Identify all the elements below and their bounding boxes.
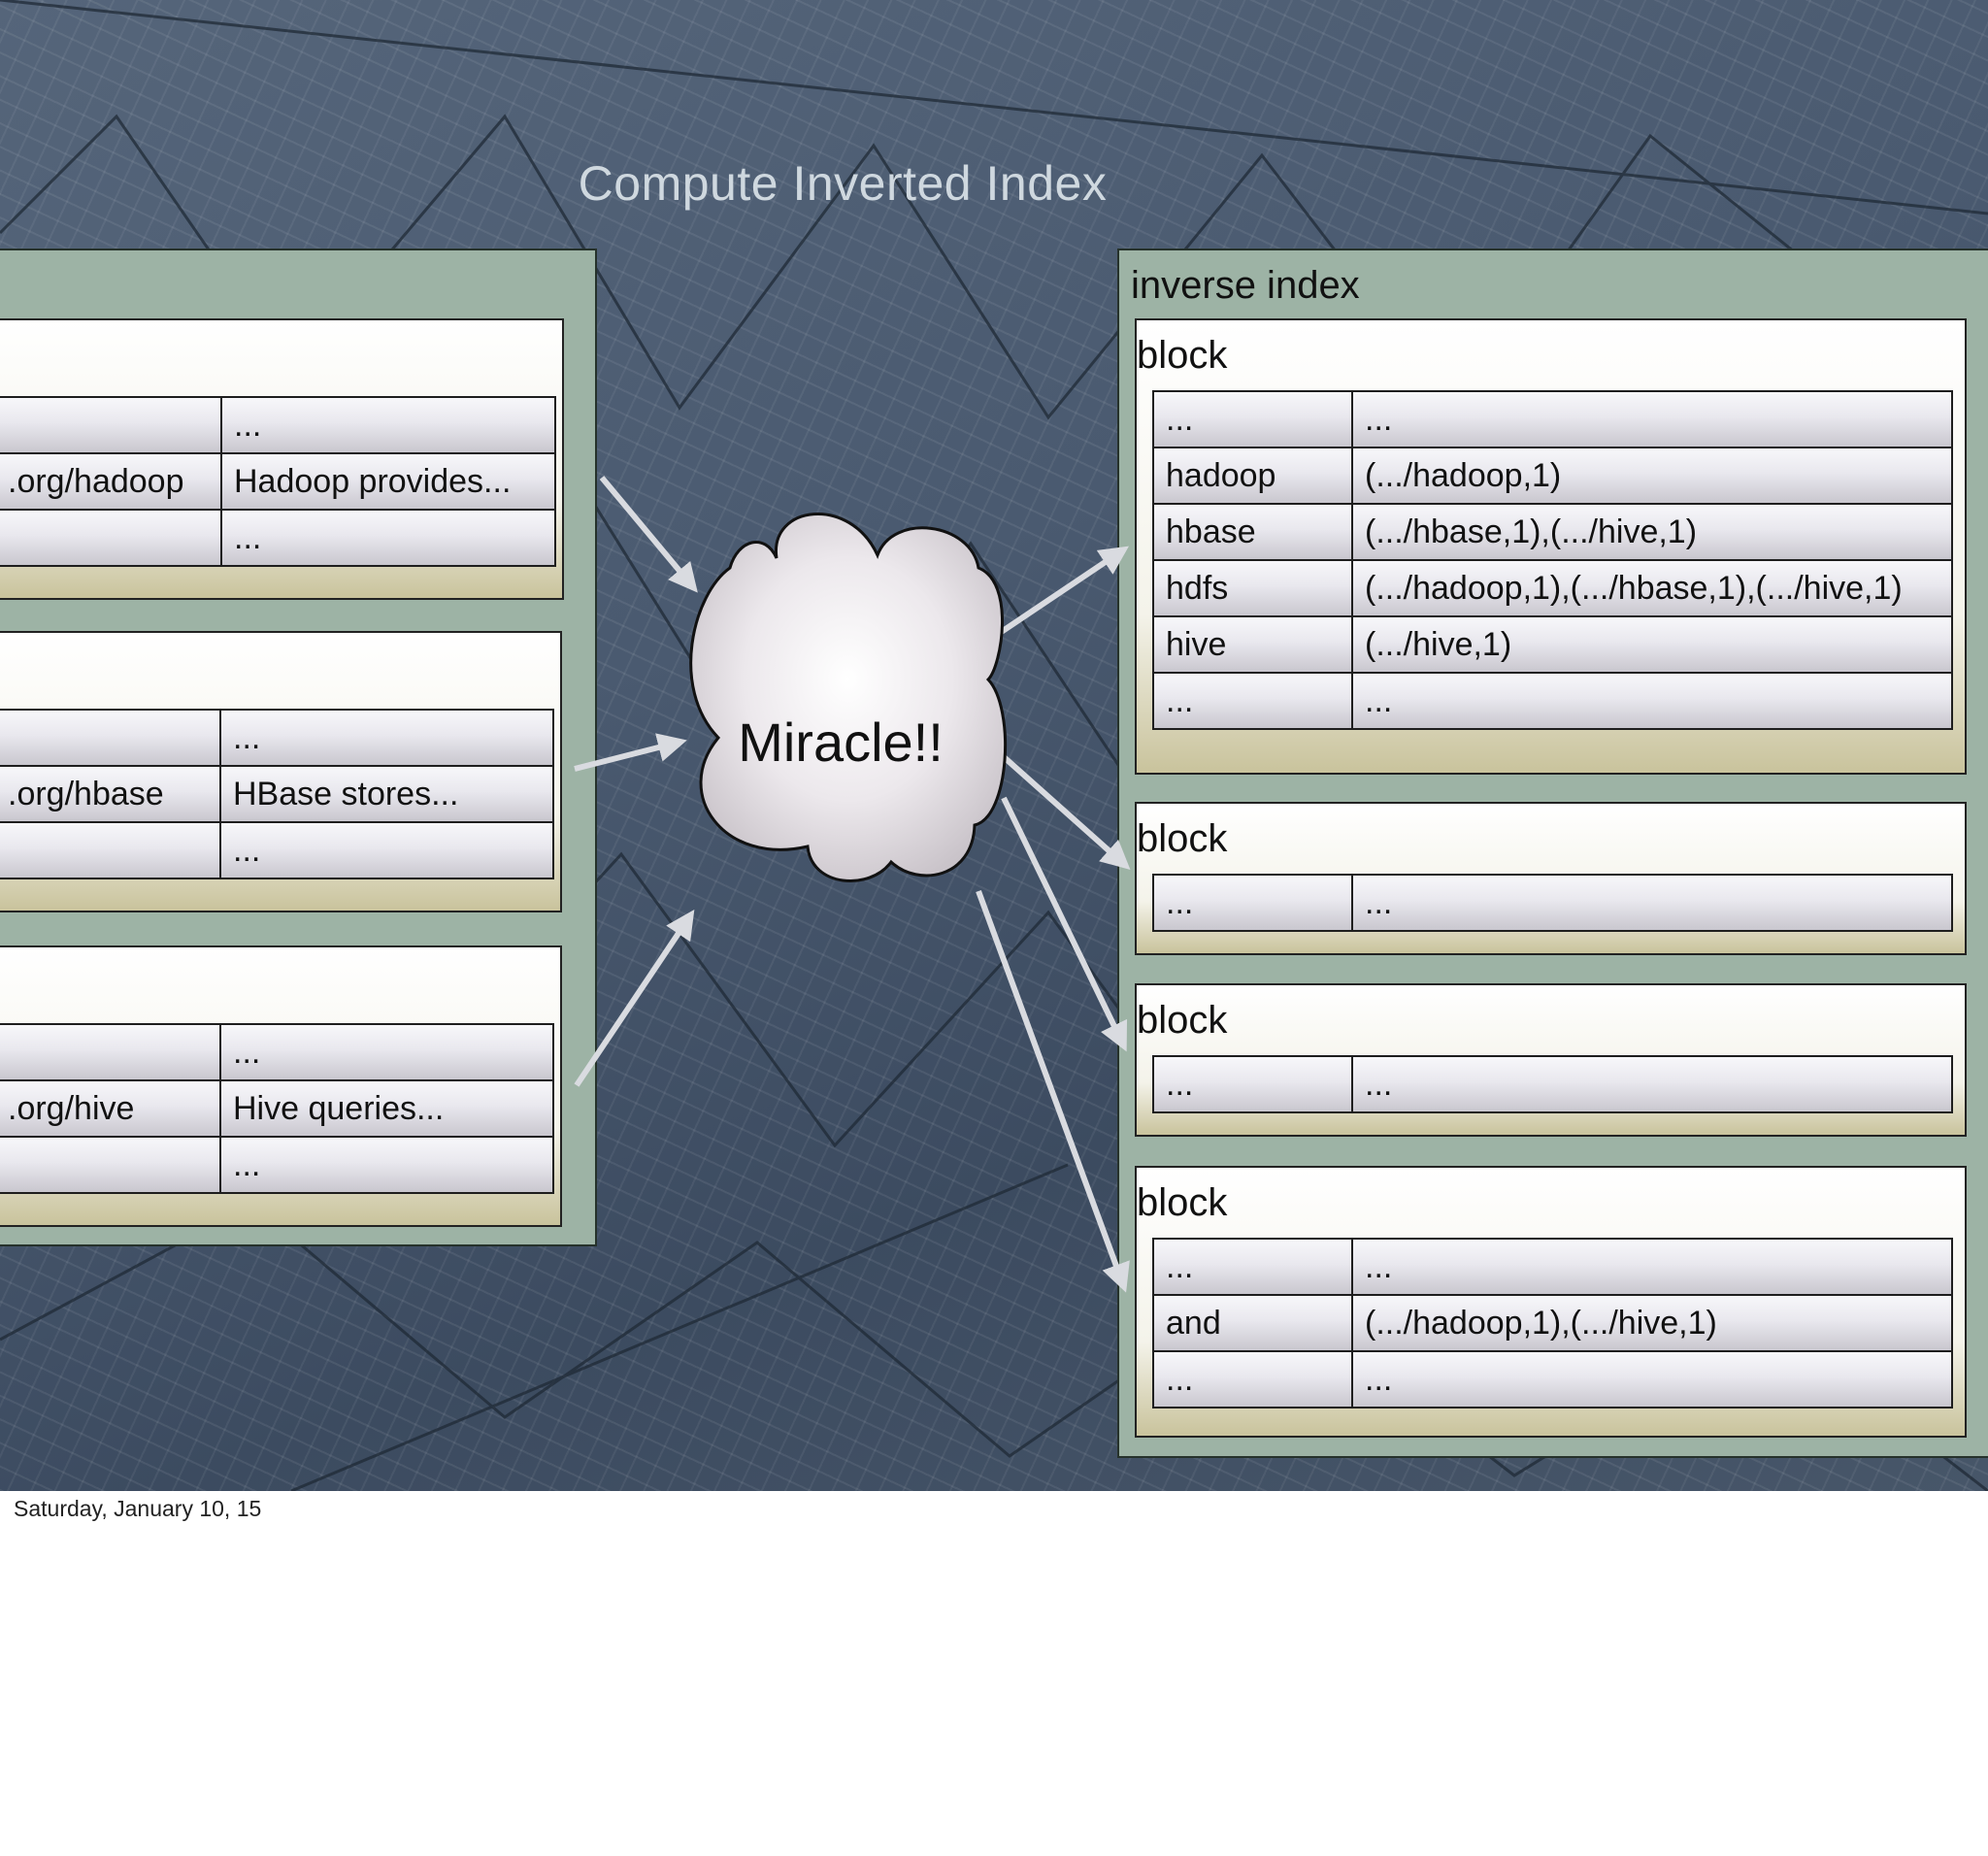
arrow-cloud-to-block-2: [1000, 752, 1131, 870]
miracle-cloud: [689, 512, 1008, 883]
miracle-label: Miracle!!: [738, 712, 944, 773]
slide: Compute Inverted Index ... .org/hadoop H…: [0, 0, 1988, 1491]
footer-date: Saturday, January 10, 15: [14, 1496, 262, 1521]
process-diagram: Miracle!!: [574, 476, 1131, 1293]
arrow-hbase-to-cloud: [574, 733, 687, 772]
arrow-cloud-to-block-1: [992, 546, 1129, 640]
arrow-hive-to-cloud: [574, 910, 695, 1087]
arrow-hadoop-to-cloud: [599, 476, 698, 593]
arrow-cloud-to-block-4: [976, 889, 1130, 1293]
